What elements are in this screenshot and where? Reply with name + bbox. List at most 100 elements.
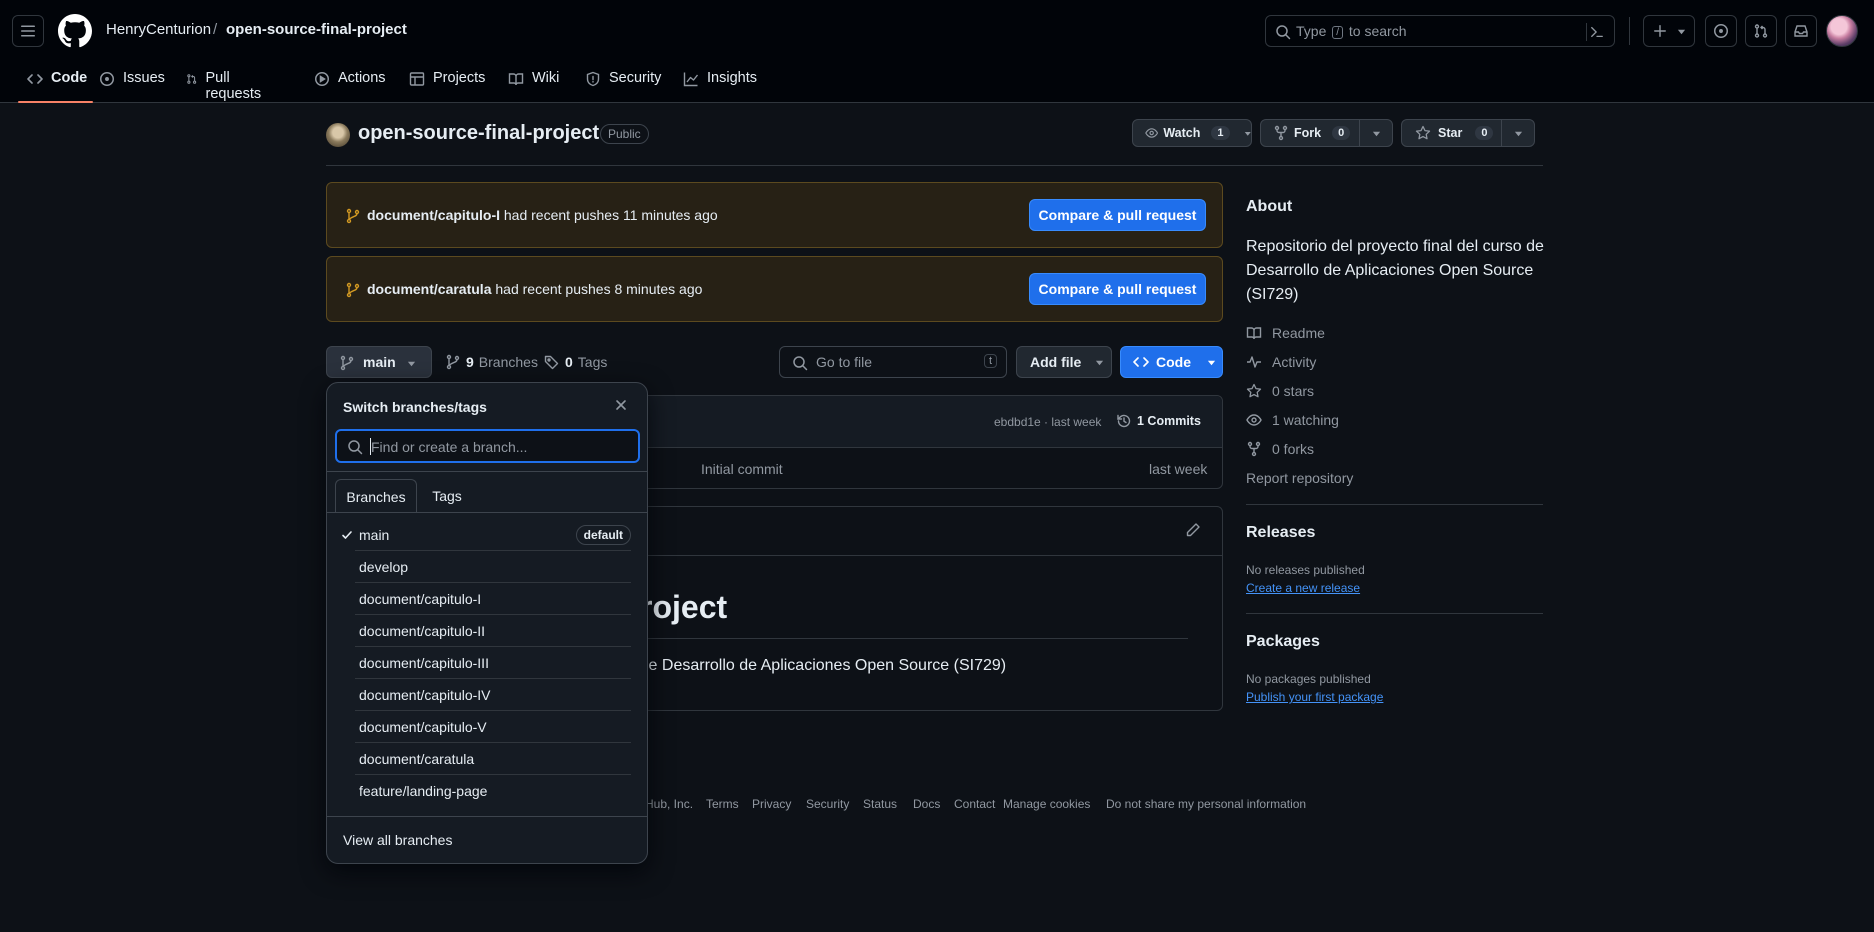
banner-branch[interactable]: document/capitulo-I (367, 207, 500, 223)
tag-icon (544, 355, 559, 370)
star-icon (1246, 383, 1262, 398)
tab-wiki[interactable]: Wiki (508, 64, 559, 103)
branch-item-landing-page[interactable]: feature/landing-page (341, 775, 631, 807)
tab-tags[interactable]: Tags (417, 479, 477, 513)
pull-requests-button[interactable] (1745, 15, 1777, 47)
about-description: Repositorio del proyecto final del curso… (1246, 238, 1544, 303)
go-to-file-input[interactable]: Go to file t (779, 346, 1007, 378)
commits-link[interactable]: 1 Commits (1116, 413, 1201, 429)
watching-link[interactable]: 1 watching (1246, 412, 1339, 428)
fork-dropdown-button[interactable] (1359, 119, 1393, 147)
branch-item-caratula[interactable]: document/caratula (341, 743, 631, 775)
command-palette-icon[interactable] (1586, 23, 1606, 41)
tab-pull-requests[interactable]: Pull requests (186, 64, 266, 103)
footer-manage-cookies-link[interactable]: Manage cookies (1003, 797, 1090, 811)
header-divider (1629, 17, 1630, 45)
compare-pull-request-button[interactable]: Compare & pull request (1029, 273, 1206, 305)
commit-sha-time[interactable]: ebdbd1e · last week (994, 415, 1101, 429)
github-logo-icon[interactable] (58, 14, 92, 48)
branch-icon (446, 354, 460, 370)
footer-privacy-link[interactable]: Privacy (752, 797, 791, 811)
edit-readme-icon[interactable] (1185, 522, 1201, 538)
tab-projects[interactable]: Projects (409, 64, 485, 103)
footer-contact-link[interactable]: Contact (954, 797, 995, 811)
packages-heading[interactable]: Packages (1246, 633, 1320, 651)
branch-item-capitulo-iii[interactable]: document/capitulo-III (341, 647, 631, 679)
code-icon (1133, 357, 1149, 367)
create-release-link[interactable]: Create a new release (1246, 581, 1360, 595)
code-button[interactable]: Code (1120, 346, 1223, 378)
current-branch-label: main (363, 354, 396, 370)
branch-filter-placeholder: Find or create a branch... (371, 439, 528, 455)
footer-security-link[interactable]: Security (806, 797, 849, 811)
repo-title[interactable]: open-source-final-project (358, 122, 599, 145)
star-dropdown-button[interactable] (1501, 119, 1535, 147)
recent-push-banner: document/capitulo-I had recent pushes 11… (326, 182, 1223, 248)
footer-terms-link[interactable]: Terms (706, 797, 739, 811)
branch-item-develop[interactable]: develop (341, 551, 631, 583)
branch-filter-input[interactable]: Find or create a branch... (335, 429, 640, 463)
tab-actions[interactable]: Actions (314, 64, 386, 103)
issues-button[interactable] (1705, 15, 1737, 47)
footer-docs-link[interactable]: Docs (913, 797, 940, 811)
check-icon (342, 531, 352, 539)
report-repository-link[interactable]: Report repository (1246, 470, 1353, 486)
dropdown-divider (327, 471, 647, 472)
search-input[interactable]: Type / to search (1265, 15, 1615, 47)
triangle-down-icon (1096, 360, 1104, 365)
file-commit-time: last week (1149, 461, 1208, 477)
tags-link[interactable]: 0 Tags (544, 354, 607, 370)
releases-heading[interactable]: Releases (1246, 524, 1315, 542)
stars-link[interactable]: 0 stars (1246, 383, 1314, 399)
tab-insights[interactable]: Insights (683, 64, 757, 103)
breadcrumb-repo[interactable]: open-source-final-project (226, 21, 407, 38)
star-button[interactable]: Star 0 (1401, 119, 1502, 147)
branches-link[interactable]: 9 Branches (445, 354, 538, 370)
readme-text: le Desarrollo de Aplicaciones Open Sourc… (645, 657, 1007, 674)
branch-icon (340, 355, 354, 371)
menu-button[interactable] (12, 15, 44, 47)
footer-do-not-share-link[interactable]: Do not share my personal information (1106, 797, 1306, 811)
issue-icon (1714, 24, 1728, 38)
hamburger-icon (21, 25, 35, 37)
eye-icon (1145, 128, 1159, 138)
readme-heading-rule (640, 638, 1188, 639)
fork-button[interactable]: Fork 0 (1260, 119, 1360, 147)
tab-issues[interactable]: Issues (99, 64, 165, 103)
branch-icon (345, 208, 361, 224)
branch-item-capitulo-v[interactable]: document/capitulo-V (341, 711, 631, 743)
default-badge: default (575, 525, 631, 545)
close-icon[interactable] (613, 397, 629, 413)
banner-branch[interactable]: document/caratula (367, 281, 491, 297)
go-to-file-placeholder: Go to file (816, 354, 873, 370)
branch-selector-button[interactable]: main (326, 346, 432, 378)
breadcrumb-owner[interactable]: HenryCenturion (106, 21, 211, 38)
activity-link[interactable]: Activity (1246, 354, 1316, 370)
sidebar-divider (1246, 504, 1543, 505)
branch-item-capitulo-i[interactable]: document/capitulo-I (341, 583, 631, 615)
visibility-badge: Public (600, 124, 649, 144)
branch-item-main[interactable]: main default (341, 519, 631, 551)
view-all-branches-link[interactable]: View all branches (343, 832, 452, 848)
readme-link[interactable]: Readme (1246, 325, 1325, 341)
footer-status-link[interactable]: Status (863, 797, 897, 811)
compare-pull-request-button[interactable]: Compare & pull request (1029, 199, 1206, 231)
tab-security[interactable]: Security (585, 64, 661, 103)
branch-item-capitulo-iv[interactable]: document/capitulo-IV (341, 679, 631, 711)
branch-item-capitulo-ii[interactable]: document/capitulo-II (341, 615, 631, 647)
global-header: HenryCenturion / open-source-final-proje… (0, 0, 1874, 103)
fork-count: 0 (1332, 126, 1351, 140)
publish-package-link[interactable]: Publish your first package (1246, 690, 1383, 704)
star-icon (1415, 125, 1431, 140)
watch-button[interactable]: Watch 1 (1132, 119, 1252, 147)
user-avatar[interactable] (1826, 15, 1858, 47)
pull-request-icon (1754, 24, 1768, 38)
tab-branches[interactable]: Branches (335, 479, 417, 513)
forks-link[interactable]: 0 forks (1246, 441, 1314, 457)
create-new-button[interactable] (1643, 15, 1695, 47)
inbox-button[interactable] (1785, 15, 1817, 47)
tab-code[interactable]: Code (18, 64, 93, 103)
file-commit-message[interactable]: Initial commit (701, 461, 783, 477)
readme-heading: roject (640, 589, 728, 625)
add-file-button[interactable]: Add file (1016, 346, 1112, 378)
